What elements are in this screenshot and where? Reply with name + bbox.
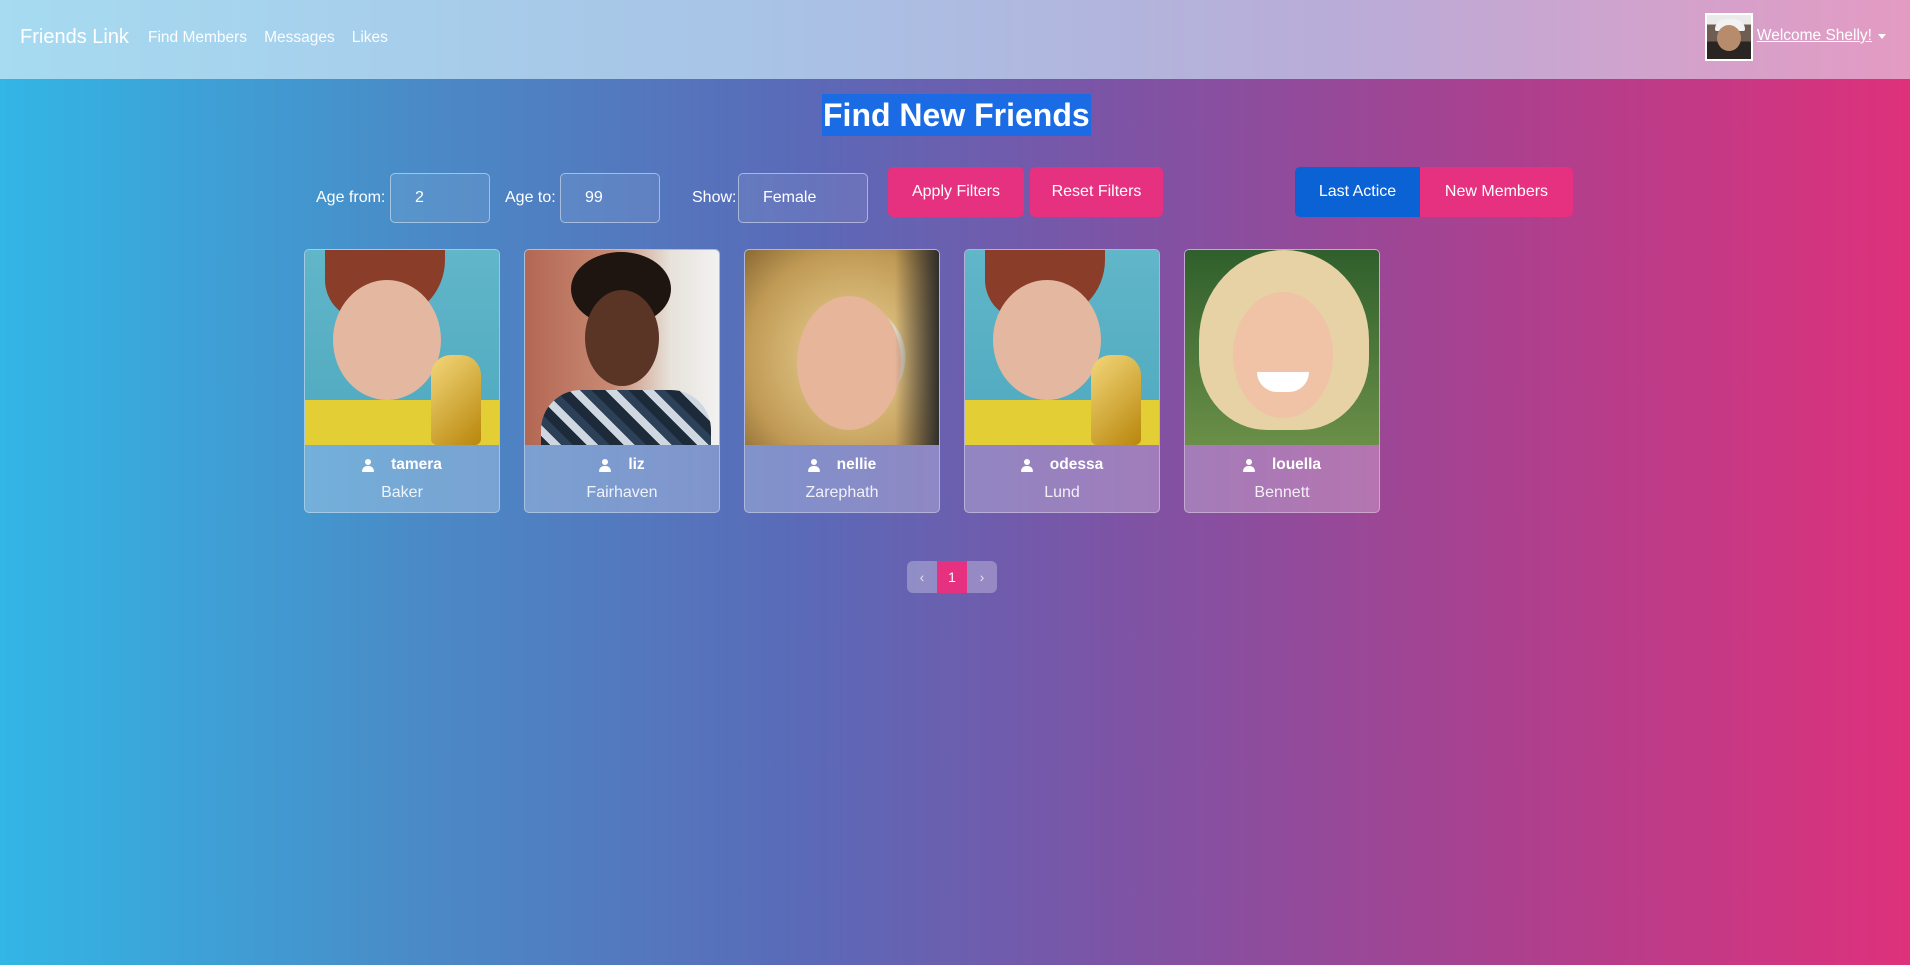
user-icon <box>1242 458 1255 472</box>
sort-last-active-button[interactable]: Last Actice <box>1295 167 1420 217</box>
apply-filters-button[interactable]: Apply Filters <box>888 167 1024 217</box>
member-name-row: tamera <box>305 445 499 474</box>
age-from-input[interactable]: 2 <box>390 173 490 223</box>
member-city: Lund <box>1044 484 1080 501</box>
chevron-down-icon <box>1878 33 1886 39</box>
member-card[interactable]: louella Bennett <box>1184 249 1380 513</box>
member-photo[interactable] <box>965 250 1159 445</box>
user-menu: Welcome Shelly! <box>1704 13 1886 61</box>
member-city: Bennett <box>1254 484 1310 501</box>
pagination-page-1[interactable]: 1 <box>937 561 967 593</box>
nav-link-likes[interactable]: Likes <box>352 29 388 47</box>
member-city: Zarephath <box>805 484 879 501</box>
user-icon <box>1020 458 1033 472</box>
member-photo[interactable] <box>305 250 499 445</box>
pagination: ‹ 1 › <box>907 561 997 593</box>
show-label: Show: <box>692 189 737 206</box>
nav-links: Find Members Messages Likes <box>148 29 388 47</box>
user-icon <box>599 458 612 472</box>
avatar-face <box>1716 25 1741 51</box>
member-name: tamera <box>391 456 442 473</box>
top-navbar: Friends Link Find Members Messages Likes… <box>0 0 1910 79</box>
user-icon <box>362 458 375 472</box>
sort-new-members-button[interactable]: New Members <box>1420 167 1573 217</box>
pagination-prev-button[interactable]: ‹ <box>907 561 937 593</box>
member-card-body: liz Fairhaven <box>525 445 719 512</box>
user-dropdown-toggle[interactable]: Welcome Shelly! <box>1757 27 1886 45</box>
member-name-row: odessa <box>965 445 1159 474</box>
age-to-input[interactable]: 99 <box>560 173 660 223</box>
member-card-body: louella Bennett <box>1185 445 1379 512</box>
member-card[interactable]: tamera Baker <box>304 249 500 513</box>
age-to-label: Age to: <box>505 189 556 206</box>
age-from-label: Age from: <box>316 189 386 206</box>
member-photo[interactable] <box>745 250 939 445</box>
pagination-next-button[interactable]: › <box>967 561 997 593</box>
member-photo[interactable] <box>525 250 719 445</box>
page-title: Find New Friends <box>822 94 1091 136</box>
member-city: Fairhaven <box>586 484 658 501</box>
member-card[interactable]: liz Fairhaven <box>524 249 720 513</box>
member-card[interactable]: nellie Zarephath <box>744 249 940 513</box>
member-name-row: liz <box>525 445 719 474</box>
member-name-row: louella <box>1185 445 1379 474</box>
member-card-body: nellie Zarephath <box>745 445 939 512</box>
welcome-text: Welcome Shelly! <box>1756 27 1872 44</box>
member-card[interactable]: odessa Lund <box>964 249 1160 513</box>
member-name-row: nellie <box>745 445 939 474</box>
member-city: Baker <box>381 484 423 501</box>
member-name: odessa <box>1049 456 1104 473</box>
member-name: louella <box>1271 456 1322 473</box>
gender-select[interactable]: Female <box>738 173 868 223</box>
user-avatar[interactable] <box>1704 13 1753 61</box>
member-photo[interactable] <box>1185 250 1379 445</box>
reset-filters-button[interactable]: Reset Filters <box>1030 167 1163 217</box>
brand-logo-link[interactable]: Friends Link <box>20 26 129 49</box>
nav-link-find-members[interactable]: Find Members <box>148 29 247 47</box>
member-name: liz <box>628 456 645 473</box>
user-icon <box>807 458 820 472</box>
member-card-body: tamera Baker <box>305 445 499 512</box>
member-name: nellie <box>836 456 877 473</box>
nav-link-messages[interactable]: Messages <box>264 29 335 47</box>
member-card-body: odessa Lund <box>965 445 1159 512</box>
